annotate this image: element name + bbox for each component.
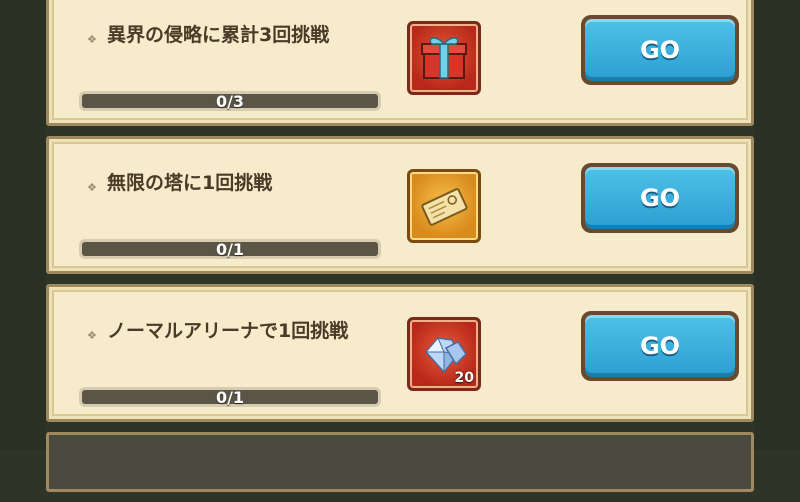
reward-slot[interactable]	[407, 169, 481, 243]
progress-text: 0/1	[215, 388, 245, 407]
go-button[interactable]: GO	[581, 311, 739, 381]
progress-text: 0/1	[215, 240, 245, 259]
mission-card: ❖ 無限の塔に1回挑戦 0/1 GO	[46, 136, 754, 274]
reward-slot[interactable]: 20	[407, 317, 481, 391]
go-button-label: GO	[585, 19, 735, 81]
bullet-icon: ❖	[87, 329, 97, 342]
bullet-icon: ❖	[87, 33, 97, 46]
mission-title: 無限の塔に1回挑戦	[107, 172, 273, 194]
mission-title: 異界の侵略に累計3回挑戦	[107, 24, 330, 46]
mission-title: ノーマルアリーナで1回挑戦	[107, 320, 349, 342]
mission-card: ❖ ノーマルアリーナで1回挑戦 0/1 20 GO	[46, 284, 754, 422]
reward-slot[interactable]	[407, 21, 481, 95]
progress-bar: 0/3	[79, 91, 381, 111]
progress-bar: 0/1	[79, 239, 381, 259]
background-left	[0, 0, 46, 450]
background-right	[754, 0, 800, 450]
go-button[interactable]: GO	[581, 163, 739, 233]
ticket-icon	[421, 188, 468, 226]
mission-card-partial	[46, 432, 754, 492]
gift-box-icon	[421, 37, 467, 79]
go-button-label: GO	[585, 167, 735, 229]
reward-quantity: 20	[454, 370, 474, 386]
progress-text: 0/3	[215, 92, 245, 111]
go-button-label: GO	[585, 315, 735, 377]
bullet-icon: ❖	[87, 181, 97, 194]
progress-bar: 0/1	[79, 387, 381, 407]
mission-list[interactable]: ❖ 異界の侵略に累計3回挑戦 0/3 GO ❖ 無限の塔に1回挑戦 0/1 GO…	[46, 0, 754, 502]
mission-card: ❖ 異界の侵略に累計3回挑戦 0/3 GO	[46, 0, 754, 126]
go-button[interactable]: GO	[581, 15, 739, 85]
